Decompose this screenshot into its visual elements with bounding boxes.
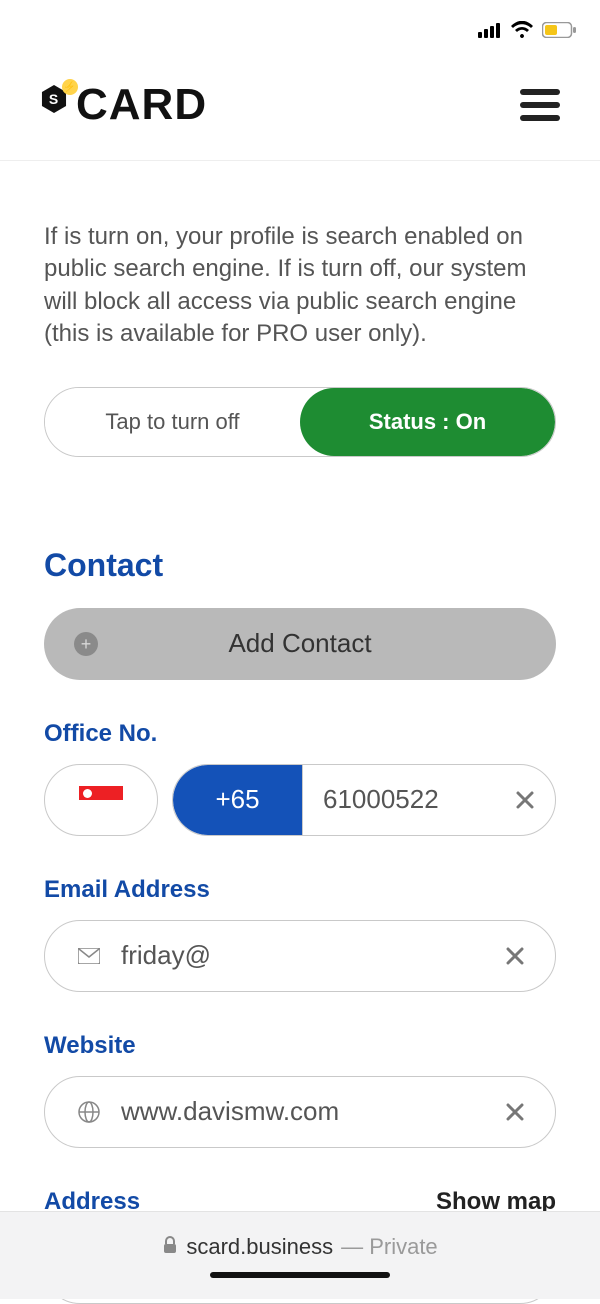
logo-text: CARD (76, 80, 207, 130)
main-content: If is turn on, your profile is search en… (0, 161, 600, 1304)
search-visibility-toggle[interactable]: Tap to turn off Status : On (44, 387, 556, 457)
search-visibility-description: If is turn on, your profile is search en… (44, 221, 556, 351)
country-code[interactable]: +65 (173, 765, 303, 835)
toggle-off-label[interactable]: Tap to turn off (45, 388, 300, 456)
clear-website-button[interactable] (485, 1100, 545, 1124)
app-header: S ⚡ CARD (0, 60, 600, 161)
plus-circle-icon: + (74, 632, 98, 656)
menu-button[interactable] (520, 89, 560, 121)
office-no-label: Office No. (44, 720, 556, 748)
browser-private-label: — Private (341, 1234, 438, 1260)
country-flag-selector[interactable] (44, 764, 158, 836)
logo: S ⚡ CARD (40, 80, 207, 130)
website-value: www.davismw.com (107, 1096, 485, 1127)
website-label: Website (44, 1032, 556, 1060)
add-contact-button[interactable]: + Add Contact (44, 608, 556, 680)
globe-icon (71, 1101, 107, 1123)
singapore-flag-icon (79, 786, 123, 814)
email-value: friday@ (107, 940, 485, 971)
toggle-on-label[interactable]: Status : On (300, 388, 555, 456)
battery-icon (542, 22, 576, 38)
contact-section-title: Contact (44, 547, 556, 584)
clear-email-button[interactable] (485, 944, 545, 968)
status-bar (0, 0, 600, 60)
url-row[interactable]: scard.business — Private (162, 1234, 437, 1260)
mail-icon (71, 948, 107, 964)
cellular-signal-icon (478, 22, 502, 38)
lock-icon (162, 1234, 178, 1260)
website-input[interactable]: www.davismw.com (44, 1076, 556, 1148)
home-indicator[interactable] (210, 1272, 390, 1278)
email-input[interactable]: friday@ (44, 920, 556, 992)
email-label: Email Address (44, 876, 556, 904)
phone-input-group: +65 61000522 (172, 764, 556, 836)
phone-number-input[interactable]: 61000522 (303, 765, 495, 835)
add-contact-label: Add Contact (228, 628, 371, 659)
logo-badge-icon: S ⚡ (40, 81, 74, 115)
browser-bar: scard.business — Private (0, 1211, 600, 1299)
browser-domain: scard.business (186, 1234, 333, 1260)
wifi-icon (510, 21, 534, 39)
clear-phone-button[interactable] (495, 765, 555, 835)
